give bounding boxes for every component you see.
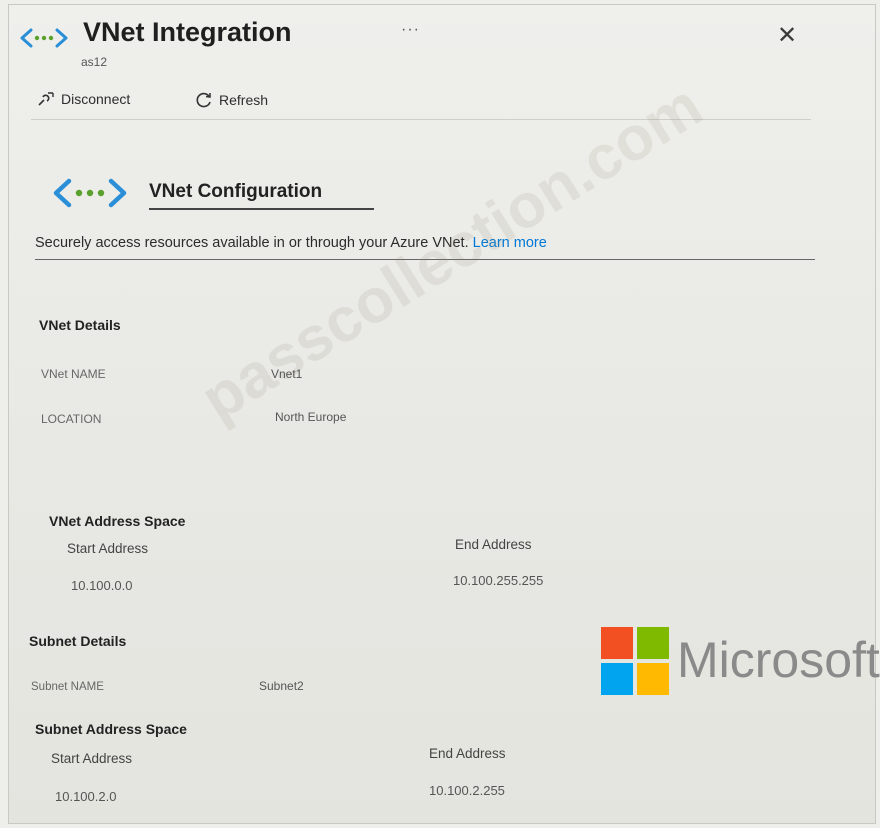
vnet-end-address-value: 10.100.255.255	[453, 573, 544, 588]
tab-underline	[149, 208, 374, 210]
subnet-name-label: Subnet NAME	[31, 681, 104, 693]
refresh-label: Refresh	[219, 92, 269, 108]
vnet-end-address-header: End Address	[455, 537, 532, 552]
location-label: LOCATION	[41, 412, 102, 426]
page-title: VNet Integration	[83, 17, 292, 47]
resource-name: as12	[81, 55, 108, 69]
vnet-address-space-heading: VNet Address Space	[49, 513, 186, 529]
disconnect-button[interactable]: Disconnect	[37, 91, 130, 107]
microsoft-logo	[601, 627, 669, 695]
refresh-button[interactable]: Refresh	[195, 91, 268, 109]
vnet-name-value: Vnet1	[271, 367, 303, 381]
microsoft-wordmark: Microsoft	[677, 632, 880, 688]
vnet-config-icon	[53, 178, 127, 208]
close-button[interactable]: ✕	[777, 21, 797, 50]
refresh-icon	[196, 92, 211, 108]
watermark: passcollection.com	[189, 70, 715, 435]
subnet-end-address-value: 10.100.2.255	[429, 783, 505, 798]
vnet-name-label: VNet NAME	[41, 367, 106, 381]
disconnect-icon	[38, 92, 54, 106]
vnet-start-address-value: 10.100.0.0	[71, 578, 133, 593]
vnet-configuration-tab[interactable]: VNet Configuration	[149, 181, 322, 203]
subnet-name-value: Subnet2	[259, 679, 304, 693]
vnet-icon	[20, 28, 68, 48]
more-options-button[interactable]: ···	[401, 21, 420, 39]
disconnect-label: Disconnect	[61, 91, 131, 107]
location-value: North Europe	[275, 410, 347, 424]
vnet-details-heading: VNet Details	[39, 317, 121, 333]
subnet-details-heading: Subnet Details	[29, 633, 127, 649]
vnet-start-address-header: Start Address	[67, 541, 149, 556]
subnet-start-address-value: 10.100.2.0	[55, 789, 117, 804]
close-icon: ✕	[777, 22, 798, 49]
subnet-start-address-header: Start Address	[51, 751, 133, 766]
subnet-address-space-heading: Subnet Address Space	[35, 721, 187, 737]
subnet-end-address-header: End Address	[429, 746, 506, 761]
blade-panel: VNet Integration as12 ··· ✕ Disconnect R…	[8, 4, 880, 824]
